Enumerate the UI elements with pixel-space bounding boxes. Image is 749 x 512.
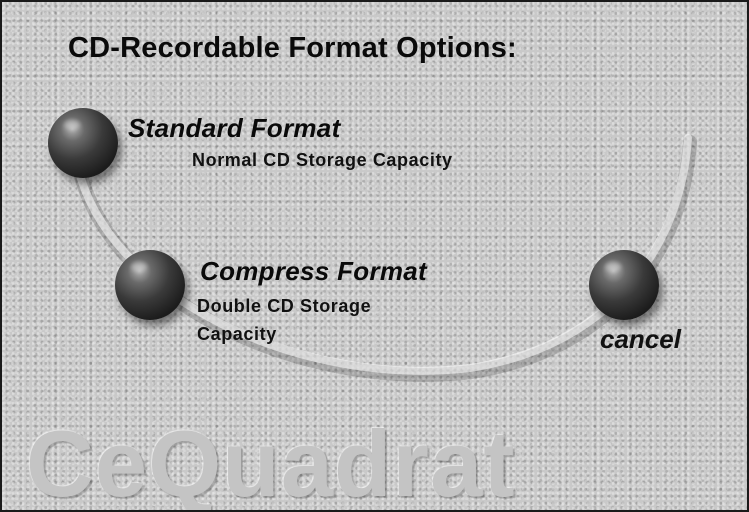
compress-format-description-line: Double CD Storage	[197, 296, 372, 316]
compress-format-description-line: Capacity	[197, 324, 277, 344]
standard-format-button[interactable]	[48, 108, 118, 178]
standard-format-description-line: Normal CD Storage Capacity	[192, 150, 453, 170]
cancel-label[interactable]: cancel	[600, 324, 681, 355]
dialog-title: CD-Recordable Format Options:	[68, 32, 517, 64]
standard-format-description: Normal CD Storage Capacity	[192, 146, 453, 174]
format-options-dialog: CD-Recordable Format Options: Standard F…	[0, 0, 749, 512]
cequadrat-logo: CeQuadrat	[26, 411, 516, 512]
standard-format-label[interactable]: Standard Format	[128, 113, 341, 144]
compress-format-button[interactable]	[115, 250, 185, 320]
cancel-button[interactable]	[589, 250, 659, 320]
compress-format-description: Double CD Storage Capacity	[197, 292, 371, 348]
compress-format-label[interactable]: Compress Format	[200, 256, 427, 287]
